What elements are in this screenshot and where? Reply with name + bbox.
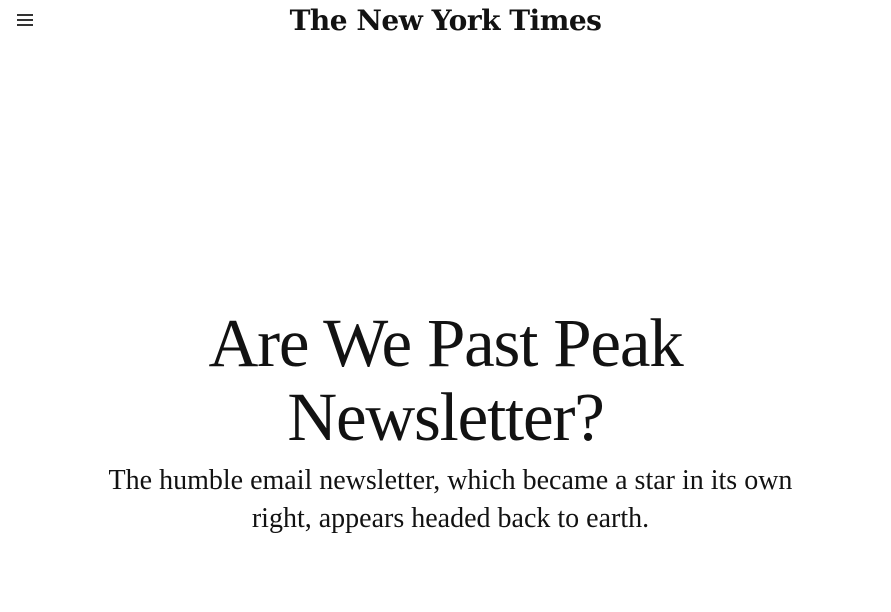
- headline-line-2: Newsletter?: [287, 379, 605, 455]
- headline-line-1: Are We Past Peak: [208, 305, 683, 381]
- article-summary: The humble email newsletter, which becam…: [108, 465, 793, 534]
- masthead-logo[interactable]: The New York Times: [0, 0, 891, 42]
- article-headline: Are We Past Peak Newsletter?: [0, 306, 891, 454]
